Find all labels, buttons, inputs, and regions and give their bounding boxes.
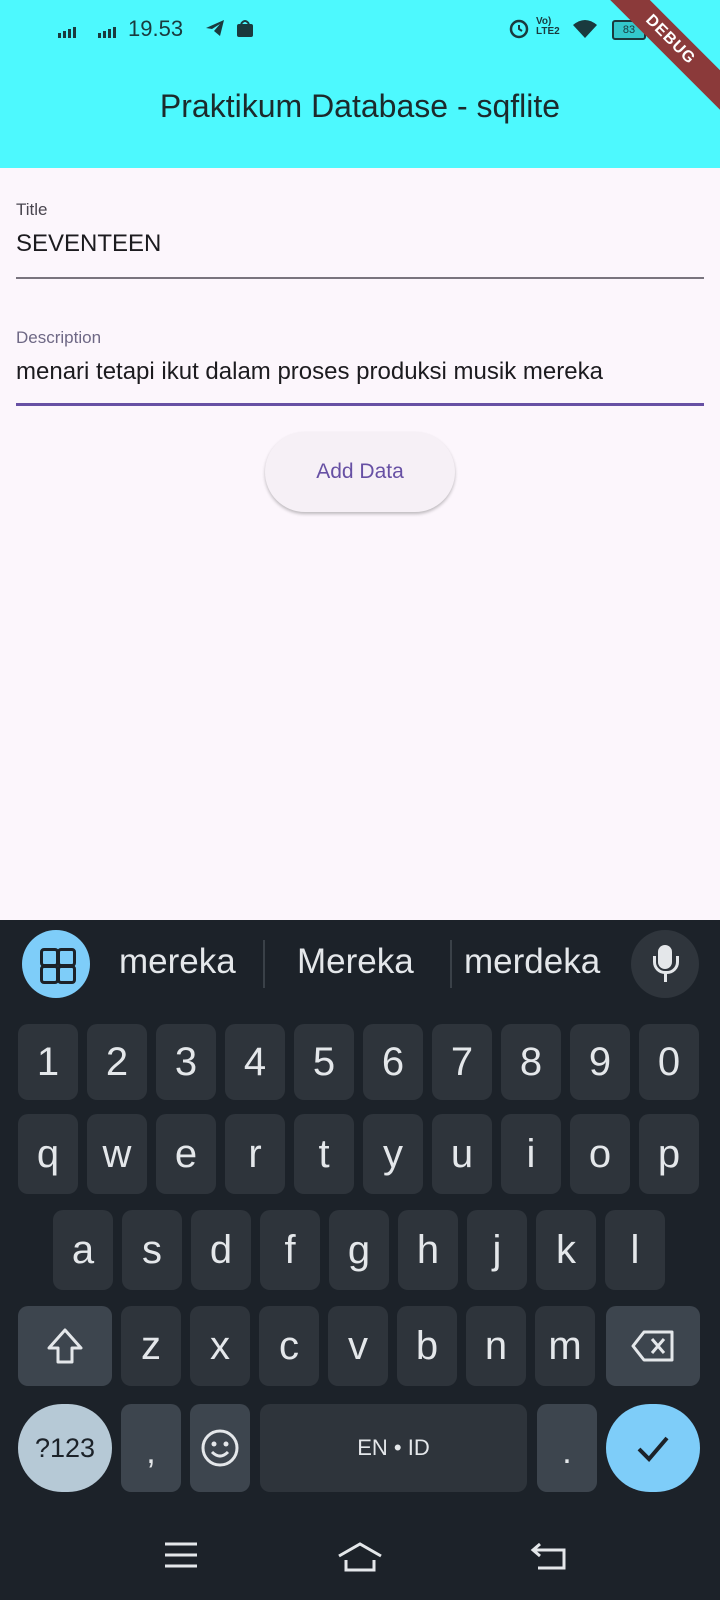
- wifi-icon: [573, 20, 597, 38]
- signal-icon: [58, 24, 76, 38]
- key-i[interactable]: i: [501, 1114, 561, 1194]
- shift-key[interactable]: [18, 1306, 112, 1386]
- key-q[interactable]: q: [18, 1114, 78, 1194]
- alarm-icon: [509, 19, 529, 39]
- key-1[interactable]: 1: [18, 1024, 78, 1100]
- suggestion-1[interactable]: mereka: [119, 942, 236, 982]
- backspace-key[interactable]: [606, 1306, 700, 1386]
- app-bar: 19.53 Vo) LTE2 83 Praktikum Database - sq…: [0, 0, 720, 168]
- navigation-bar: [0, 1510, 720, 1600]
- period-key[interactable]: .: [537, 1404, 597, 1492]
- signal-icon-2: [98, 24, 116, 38]
- key-s[interactable]: s: [122, 1210, 182, 1290]
- key-v[interactable]: v: [328, 1306, 388, 1386]
- key-5[interactable]: 5: [294, 1024, 354, 1100]
- key-o[interactable]: o: [570, 1114, 630, 1194]
- emoji-icon: [201, 1429, 239, 1467]
- description-field-underline: [16, 403, 704, 406]
- key-b[interactable]: b: [397, 1306, 457, 1386]
- title-field[interactable]: SEVENTEEN: [16, 230, 161, 258]
- key-r[interactable]: r: [225, 1114, 285, 1194]
- key-j[interactable]: j: [467, 1210, 527, 1290]
- back-icon[interactable]: [530, 1540, 568, 1572]
- key-w[interactable]: w: [87, 1114, 147, 1194]
- key-l[interactable]: l: [605, 1210, 665, 1290]
- status-time: 19.53: [128, 16, 184, 41]
- page-title: Praktikum Database - sqflite: [159, 88, 561, 124]
- key-z[interactable]: z: [121, 1306, 181, 1386]
- comma-key[interactable]: ,: [121, 1404, 181, 1492]
- microphone-button[interactable]: [631, 930, 699, 998]
- shift-icon: [47, 1328, 83, 1364]
- key-f[interactable]: f: [260, 1210, 320, 1290]
- symbols-key[interactable]: ?123: [18, 1404, 112, 1492]
- key-u[interactable]: u: [432, 1114, 492, 1194]
- key-3[interactable]: 3: [156, 1024, 216, 1100]
- key-m[interactable]: m: [535, 1306, 595, 1386]
- key-x[interactable]: x: [190, 1306, 250, 1386]
- key-2[interactable]: 2: [87, 1024, 147, 1100]
- add-data-button[interactable]: Add Data: [265, 432, 455, 512]
- enter-key[interactable]: [606, 1404, 700, 1492]
- backspace-icon: [631, 1330, 674, 1362]
- checkmark-icon: [637, 1436, 669, 1462]
- space-key[interactable]: EN • ID: [260, 1404, 527, 1492]
- suggestion-2[interactable]: Mereka: [297, 942, 414, 982]
- key-d[interactable]: d: [191, 1210, 251, 1290]
- description-field[interactable]: menari tetapi ikut dalam proses produksi…: [16, 358, 603, 386]
- title-field-label: Title: [16, 200, 48, 219]
- key-y[interactable]: y: [363, 1114, 423, 1194]
- volte-icon: Vo) LTE2: [536, 16, 560, 37]
- description-field-label: Description: [16, 328, 102, 347]
- key-n[interactable]: n: [466, 1306, 526, 1386]
- key-h[interactable]: h: [398, 1210, 458, 1290]
- menu-icon[interactable]: [163, 1540, 199, 1570]
- key-7[interactable]: 7: [432, 1024, 492, 1100]
- key-t[interactable]: t: [294, 1114, 354, 1194]
- home-icon[interactable]: [336, 1540, 384, 1574]
- key-9[interactable]: 9: [570, 1024, 630, 1100]
- apps-grid-button[interactable]: [22, 930, 90, 998]
- key-8[interactable]: 8: [501, 1024, 561, 1100]
- suggestion-divider: [263, 940, 265, 988]
- key-k[interactable]: k: [536, 1210, 596, 1290]
- key-a[interactable]: a: [53, 1210, 113, 1290]
- suggestion-3[interactable]: merdeka: [464, 942, 600, 982]
- title-field-underline: [16, 277, 704, 279]
- suggestion-divider: [450, 940, 452, 988]
- status-bar: 19.53 Vo) LTE2 83: [0, 0, 720, 58]
- telegram-icon: [206, 20, 224, 36]
- emoji-key[interactable]: [190, 1404, 250, 1492]
- key-0[interactable]: 0: [639, 1024, 699, 1100]
- key-4[interactable]: 4: [225, 1024, 285, 1100]
- key-6[interactable]: 6: [363, 1024, 423, 1100]
- shop-icon: [237, 20, 253, 37]
- key-g[interactable]: g: [329, 1210, 389, 1290]
- key-c[interactable]: c: [259, 1306, 319, 1386]
- key-e[interactable]: e: [156, 1114, 216, 1194]
- key-p[interactable]: p: [639, 1114, 699, 1194]
